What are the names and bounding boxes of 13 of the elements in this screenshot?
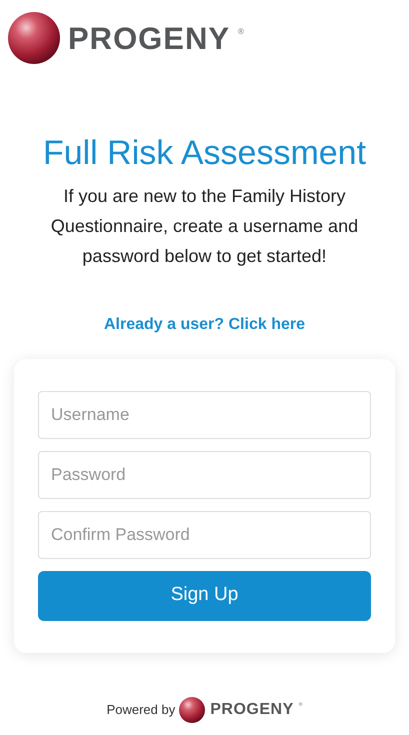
login-link[interactable]: Already a user? Click here	[104, 312, 305, 336]
sign-up-button[interactable]: Sign Up	[38, 570, 371, 620]
page-title: Full Risk Assessment	[42, 133, 368, 174]
text-field[interactable]: Username	[38, 390, 371, 438]
text-field[interactable]: Password	[38, 450, 371, 498]
registered-mark: ®	[238, 26, 244, 38]
sphere-icon	[179, 697, 206, 723]
intro-text: If you are new to the Family History Questionnaire, create a username and password below to get started!	[50, 184, 360, 268]
logo-text: PROGENY	[210, 702, 294, 718]
text-field[interactable]: Confirm Password	[38, 510, 371, 558]
sphere-icon	[8, 12, 60, 64]
logo-text: PROGENY	[68, 22, 230, 54]
powered-by-label: Powered by	[106, 701, 176, 720]
